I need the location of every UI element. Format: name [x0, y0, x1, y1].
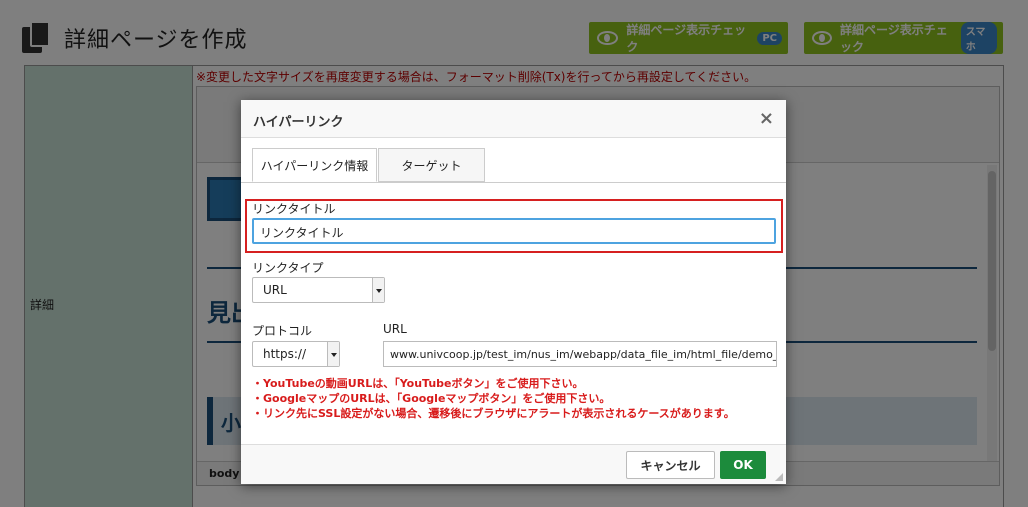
hyperlink-dialog: ハイパーリンク × ハイパーリンク情報 ターゲット リンクタイトル リンクタイト… [241, 100, 786, 484]
tab-hyperlink-info[interactable]: ハイパーリンク情報 [252, 148, 377, 182]
url-label: URL [383, 322, 407, 336]
warning-item: ・リンク先にSSL設定がない場合、遷移後にブラウザにアラートが表示されるケースが… [252, 407, 735, 420]
tab-target[interactable]: ターゲット [378, 148, 485, 182]
dialog-footer: キャンセル OK [241, 444, 786, 484]
protocol-label: プロトコル [252, 324, 313, 338]
link-title-input[interactable]: リンクタイトル [252, 218, 776, 244]
link-type-value: URL [263, 283, 287, 297]
dialog-header: ハイパーリンク × [241, 100, 786, 138]
warning-list: ・YouTubeの動画URLは、「YouTubeボタン」をご使用下さい。 ・Go… [252, 376, 735, 421]
link-title-label: リンクタイトル [252, 202, 336, 216]
cancel-button[interactable]: キャンセル [626, 451, 715, 479]
chevron-down-icon [372, 278, 384, 302]
warning-item: ・GoogleマップのURLは、「Googleマップボタン」をご使用下さい。 [252, 392, 611, 405]
ok-button[interactable]: OK [720, 451, 766, 479]
protocol-select[interactable]: https:// [252, 341, 340, 367]
link-type-label: リンクタイプ [252, 261, 324, 275]
link-type-select[interactable]: URL [252, 277, 385, 303]
dialog-title: ハイパーリンク [253, 115, 344, 130]
url-input[interactable]: www.univcoop.jp/test_im/nus_im/webapp/da… [383, 341, 777, 367]
resize-handle-icon[interactable] [775, 473, 783, 481]
tab-divider [241, 182, 786, 183]
close-icon[interactable]: × [759, 108, 774, 129]
chevron-down-icon [327, 342, 339, 366]
warning-item: ・YouTubeの動画URLは、「YouTubeボタン」をご使用下さい。 [252, 377, 584, 390]
protocol-value: https:// [263, 347, 307, 361]
